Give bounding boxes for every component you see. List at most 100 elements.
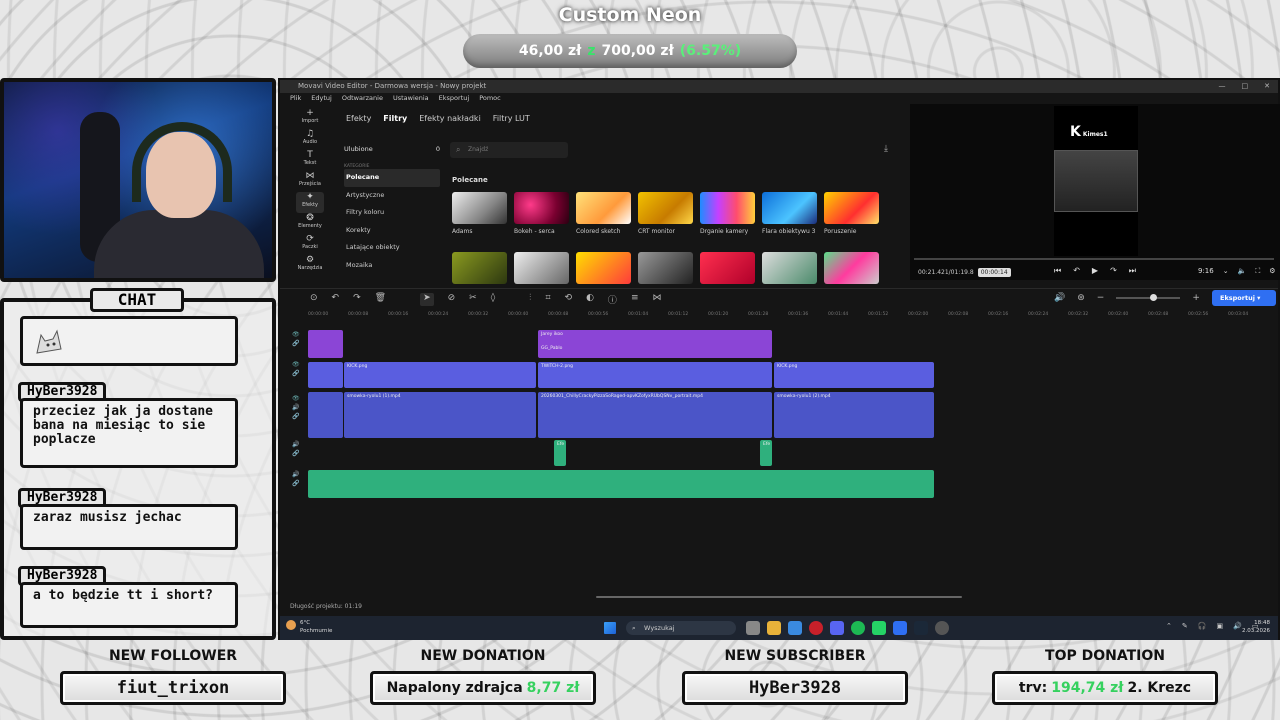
spotify-icon[interactable]: [851, 621, 865, 635]
network-icon[interactable]: ▣: [1216, 622, 1223, 630]
weather-widget[interactable]: 6°C Pochmurnie: [286, 619, 332, 635]
title-clip[interactable]: Jarey ikoo GG_Pablo: [538, 330, 772, 358]
zoom-out-icon[interactable]: −: [1097, 293, 1105, 303]
tab-lut-filters[interactable]: Filtry LUT: [493, 114, 530, 123]
mail-icon[interactable]: [788, 621, 802, 635]
tab-filters[interactable]: Filtry: [383, 114, 407, 123]
marker-icon[interactable]: ◊: [491, 293, 495, 306]
sidebar-item-elements[interactable]: ❂ Elementy: [296, 213, 324, 234]
chevron-up-icon[interactable]: ⌃: [1166, 622, 1172, 630]
record-icon[interactable]: ⊙: [310, 293, 318, 306]
adjust-icon[interactable]: ≡: [631, 293, 639, 306]
taskbar-search[interactable]: ⌕ Wyszukaj: [626, 621, 736, 635]
color-icon[interactable]: ◐: [586, 293, 594, 306]
video-clip[interactable]: smowka-ryolu1 (2).mp4: [774, 392, 934, 438]
menu-export[interactable]: Eksportuj: [439, 93, 470, 103]
preview-video[interactable]: K Kimes1: [1054, 106, 1138, 256]
razor-icon[interactable]: ⊘: [448, 293, 456, 306]
sidebar-item-audio[interactable]: ♫ Audio: [296, 129, 324, 150]
filter-thumb[interactable]: [700, 252, 755, 284]
track-controls[interactable]: 👁 🔊 🔗: [292, 394, 300, 421]
filter-thumb-bokeh[interactable]: [514, 192, 569, 224]
menu-settings[interactable]: Ustawienia: [393, 93, 429, 103]
pen-icon[interactable]: ✎: [1182, 622, 1188, 630]
tab-overlay-effects[interactable]: Efekty nakładki: [419, 114, 481, 123]
steam-icon[interactable]: [914, 621, 928, 635]
rotate-icon[interactable]: ⟲: [565, 293, 573, 306]
chevron-down-icon[interactable]: ⌄: [1223, 267, 1229, 276]
effect-clip[interactable]: Efe: [760, 440, 772, 466]
menu-file[interactable]: Plik: [290, 93, 301, 103]
timeline-horizontal-scrollbar[interactable]: [596, 596, 962, 598]
whatsapp-icon[interactable]: [872, 621, 886, 635]
export-button[interactable]: Eksportuj ▾: [1212, 290, 1276, 306]
preview-progress-bar[interactable]: [914, 258, 1274, 260]
crop-icon[interactable]: ⌗: [545, 293, 550, 306]
skip-back-icon[interactable]: ⏮: [1054, 266, 1061, 276]
audio-mix-icon[interactable]: 🔊: [1054, 293, 1065, 303]
select-tool-icon[interactable]: ➤: [420, 293, 434, 306]
undo-icon[interactable]: ↶: [332, 293, 340, 306]
sidebar-item-packs[interactable]: ⟳ Paczki: [296, 234, 324, 255]
tab-effects[interactable]: Efekty: [346, 114, 371, 123]
info-icon[interactable]: ⓘ: [608, 293, 617, 306]
maximize-icon[interactable]: □: [1242, 80, 1249, 93]
download-icon[interactable]: ⤓: [884, 144, 888, 154]
kick-overlay-clip[interactable]: KICK.png: [344, 362, 536, 388]
category-item[interactable]: Korekty: [344, 222, 440, 240]
discord-icon[interactable]: [830, 621, 844, 635]
track-controls[interactable]: 👁 🔗: [292, 360, 300, 378]
twitch-overlay-clip[interactable]: TWITCH-2.png: [538, 362, 772, 388]
aspect-ratio-select[interactable]: 9:16: [1198, 267, 1214, 276]
rewind-icon[interactable]: ↶: [1073, 266, 1080, 276]
transition-icon[interactable]: ⋈: [652, 293, 661, 306]
category-item[interactable]: Mozaika: [344, 257, 440, 275]
video-clip[interactable]: smowka-ryolu1 (1).mp4: [344, 392, 536, 438]
video-clip[interactable]: [308, 392, 343, 438]
audio-clip[interactable]: [308, 470, 934, 498]
favorites-item[interactable]: Ulubione 0: [344, 140, 440, 158]
magnet-icon[interactable]: ⊛: [1077, 293, 1085, 303]
taskbar-clock[interactable]: 18:48 2.03.2026: [1242, 619, 1270, 635]
effect-clip[interactable]: Efe: [554, 440, 566, 466]
filter-thumb-crt[interactable]: [638, 192, 693, 224]
category-item[interactable]: Artystyczne: [344, 187, 440, 205]
movavi-icon[interactable]: [893, 621, 907, 635]
delete-icon[interactable]: 🗑: [375, 293, 386, 306]
fullscreen-icon[interactable]: ⛶: [1255, 267, 1260, 276]
task-view-icon[interactable]: [746, 621, 760, 635]
title-clip[interactable]: [308, 330, 343, 358]
overlay-clip[interactable]: [308, 362, 343, 388]
volume-icon[interactable]: 🔈: [1238, 267, 1247, 276]
cut-icon[interactable]: ✂: [469, 293, 477, 306]
file-explorer-icon[interactable]: [767, 621, 781, 635]
filter-thumb[interactable]: [638, 252, 693, 284]
redo-icon[interactable]: ↷: [353, 293, 361, 306]
sidebar-item-tools[interactable]: ⚙ Narzędzia: [296, 255, 324, 276]
sidebar-item-effects[interactable]: ✦ Efekty: [296, 192, 324, 213]
sidebar-item-text[interactable]: T Tekst: [296, 150, 324, 171]
filter-thumb[interactable]: [514, 252, 569, 284]
filter-thumb-flare[interactable]: [762, 192, 817, 224]
sidebar-item-transitions[interactable]: ⋈ Przejścia: [296, 171, 324, 192]
timeline-ruler[interactable]: 00:00:00 00:00:08 00:00:16 00:00:24 00:00:32…: [308, 310, 1268, 320]
skip-forward-icon[interactable]: ⏭: [1129, 266, 1136, 276]
filter-thumb-shake[interactable]: [700, 192, 755, 224]
menu-help[interactable]: Pomoc: [479, 93, 501, 103]
category-item[interactable]: Latające obiekty: [344, 239, 440, 257]
minimize-icon[interactable]: —: [1219, 80, 1226, 93]
video-clip[interactable]: 20260301_ChillyCrackyPizzaSoRaged-apvKZo…: [538, 392, 772, 438]
volume-icon[interactable]: 🔊: [1233, 622, 1242, 630]
track-controls[interactable]: 🔊 🔗: [292, 470, 299, 488]
gear-icon[interactable]: ⚙: [1269, 267, 1275, 276]
sidebar-item-import[interactable]: + Import: [296, 108, 324, 129]
filter-thumb[interactable]: [452, 252, 507, 284]
track-controls[interactable]: 👁 🔗: [292, 330, 300, 348]
forward-icon[interactable]: ↷: [1110, 266, 1117, 276]
menu-edit[interactable]: Edytuj: [311, 93, 332, 103]
filter-thumb-adams[interactable]: [452, 192, 507, 224]
windows-start-icon[interactable]: [604, 622, 616, 634]
filter-search-input[interactable]: ⌕ Znajdź: [450, 142, 568, 158]
filter-thumb[interactable]: [762, 252, 817, 284]
filter-thumb[interactable]: [576, 252, 631, 284]
